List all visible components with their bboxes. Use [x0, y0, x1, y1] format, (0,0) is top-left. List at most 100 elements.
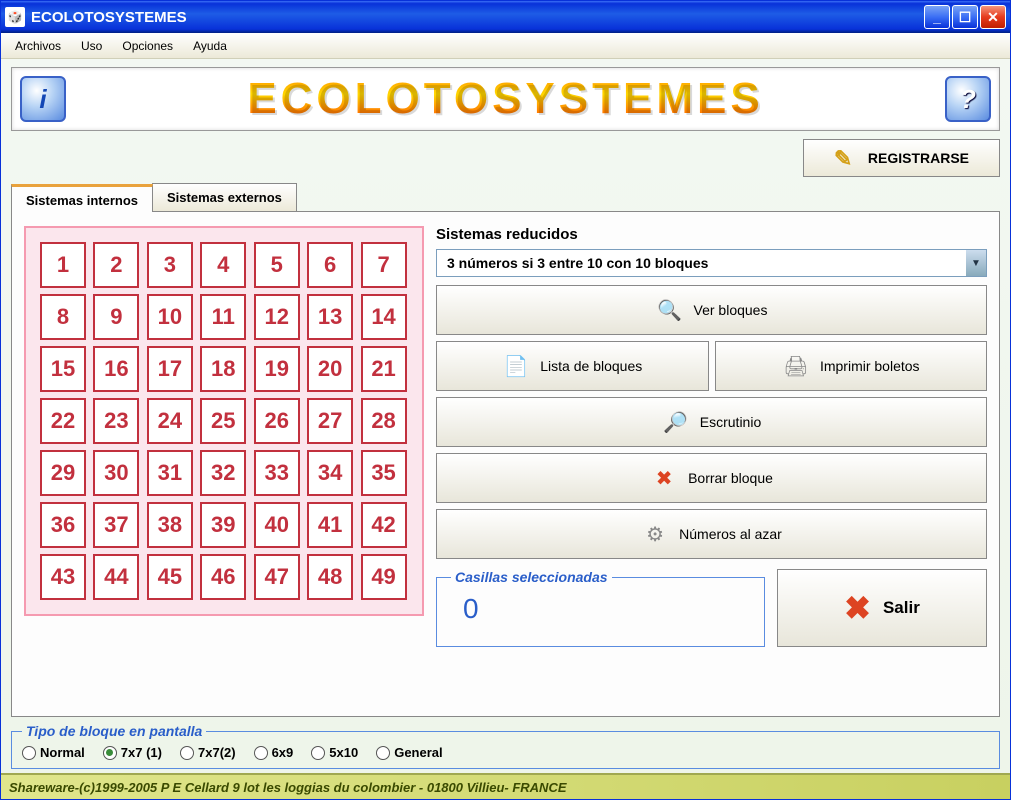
selected-fieldset: Casillas seleccionadas 0	[436, 569, 765, 647]
number-cell-10[interactable]: 10	[147, 294, 193, 340]
radio-normal[interactable]: Normal	[22, 745, 85, 760]
number-cell-22[interactable]: 22	[40, 398, 86, 444]
two-button-row: 📄 Lista de bloques 🖨 Imprimir boletos	[436, 341, 987, 391]
number-cell-47[interactable]: 47	[254, 554, 300, 600]
menu-opciones[interactable]: Opciones	[114, 36, 181, 56]
number-cell-34[interactable]: 34	[307, 450, 353, 496]
radio-dot-icon	[180, 746, 194, 760]
menubar: Archivos Uso Opciones Ayuda	[1, 33, 1010, 59]
selected-legend: Casillas seleccionadas	[451, 569, 612, 585]
borrar-bloque-button[interactable]: ✖ Borrar bloque	[436, 453, 987, 503]
radio-label: 7x7(2)	[198, 745, 236, 760]
number-cell-1[interactable]: 1	[40, 242, 86, 288]
system-combo[interactable]: 3 números si 3 entre 10 con 10 bloques ▼	[436, 249, 987, 277]
number-cell-17[interactable]: 17	[147, 346, 193, 392]
number-cell-37[interactable]: 37	[93, 502, 139, 548]
azar-label: Números al azar	[679, 526, 782, 542]
number-cell-11[interactable]: 11	[200, 294, 246, 340]
number-cell-2[interactable]: 2	[93, 242, 139, 288]
number-cell-13[interactable]: 13	[307, 294, 353, 340]
menu-uso[interactable]: Uso	[73, 36, 110, 56]
number-cell-36[interactable]: 36	[40, 502, 86, 548]
radio-5x10[interactable]: 5x10	[311, 745, 358, 760]
number-cell-14[interactable]: 14	[361, 294, 407, 340]
chevron-down-icon[interactable]: ▼	[966, 250, 986, 276]
tab-sistemas-internos[interactable]: Sistemas internos	[11, 184, 153, 212]
info-button[interactable]: i	[20, 76, 66, 122]
menu-archivos[interactable]: Archivos	[7, 36, 69, 56]
lista-bloques-button[interactable]: 📄 Lista de bloques	[436, 341, 709, 391]
number-cell-27[interactable]: 27	[307, 398, 353, 444]
blocktype-legend: Tipo de bloque en pantalla	[22, 723, 206, 739]
number-cell-38[interactable]: 38	[147, 502, 193, 548]
salir-label: Salir	[883, 598, 920, 618]
number-cell-18[interactable]: 18	[200, 346, 246, 392]
radio-label: 7x7 (1)	[121, 745, 162, 760]
window-title: ECOLOTOSYSTEMES	[31, 9, 924, 26]
menu-ayuda[interactable]: Ayuda	[185, 36, 235, 56]
number-cell-40[interactable]: 40	[254, 502, 300, 548]
number-cell-7[interactable]: 7	[361, 242, 407, 288]
escrutinio-label: Escrutinio	[700, 414, 761, 430]
number-cell-45[interactable]: 45	[147, 554, 193, 600]
number-cell-26[interactable]: 26	[254, 398, 300, 444]
number-cell-24[interactable]: 24	[147, 398, 193, 444]
number-cell-44[interactable]: 44	[93, 554, 139, 600]
number-cell-21[interactable]: 21	[361, 346, 407, 392]
number-cell-48[interactable]: 48	[307, 554, 353, 600]
number-cell-16[interactable]: 16	[93, 346, 139, 392]
radio-dot-icon	[254, 746, 268, 760]
number-cell-15[interactable]: 15	[40, 346, 86, 392]
number-cell-6[interactable]: 6	[307, 242, 353, 288]
help-button[interactable]: ?	[945, 76, 991, 122]
radio-7x7-1-[interactable]: 7x7 (1)	[103, 745, 162, 760]
radio-general[interactable]: General	[376, 745, 442, 760]
numeros-azar-button[interactable]: ⚙ Números al azar	[436, 509, 987, 559]
number-cell-12[interactable]: 12	[254, 294, 300, 340]
number-cell-30[interactable]: 30	[93, 450, 139, 496]
selected-value: 0	[463, 593, 750, 625]
number-cell-49[interactable]: 49	[361, 554, 407, 600]
exit-icon: ✖	[844, 589, 871, 627]
banner: i ECOLOTOSYSTEMES ?	[11, 67, 1000, 131]
number-cell-29[interactable]: 29	[40, 450, 86, 496]
number-cell-42[interactable]: 42	[361, 502, 407, 548]
salir-button[interactable]: ✖ Salir	[777, 569, 987, 647]
number-cell-9[interactable]: 9	[93, 294, 139, 340]
radio-7x7-2-[interactable]: 7x7(2)	[180, 745, 236, 760]
number-cell-39[interactable]: 39	[200, 502, 246, 548]
tab-sistemas-externos[interactable]: Sistemas externos	[152, 183, 297, 211]
number-cell-33[interactable]: 33	[254, 450, 300, 496]
register-button[interactable]: REGISTRARSE	[803, 139, 1000, 177]
number-cell-28[interactable]: 28	[361, 398, 407, 444]
radio-6x9[interactable]: 6x9	[254, 745, 294, 760]
register-row: REGISTRARSE	[11, 139, 1000, 177]
number-cell-25[interactable]: 25	[200, 398, 246, 444]
statusbar: Shareware-(c)1999-2005 P E Cellard 9 lot…	[1, 773, 1010, 799]
number-cell-43[interactable]: 43	[40, 554, 86, 600]
radio-label: 6x9	[272, 745, 294, 760]
document-icon: 📄	[502, 352, 530, 380]
ver-bloques-button[interactable]: 🔍 Ver bloques	[436, 285, 987, 335]
close-button[interactable]: ✕	[980, 5, 1006, 29]
blocktype-radios: Normal 7x7 (1) 7x7(2) 6x9 5x10 General	[22, 745, 989, 760]
number-cell-31[interactable]: 31	[147, 450, 193, 496]
number-cell-35[interactable]: 35	[361, 450, 407, 496]
number-cell-32[interactable]: 32	[200, 450, 246, 496]
number-cell-20[interactable]: 20	[307, 346, 353, 392]
number-cell-5[interactable]: 5	[254, 242, 300, 288]
number-cell-3[interactable]: 3	[147, 242, 193, 288]
borrar-label: Borrar bloque	[688, 470, 773, 486]
radio-dot-icon	[376, 746, 390, 760]
minimize-button[interactable]: _	[924, 5, 950, 29]
number-cell-8[interactable]: 8	[40, 294, 86, 340]
number-cell-19[interactable]: 19	[254, 346, 300, 392]
imprimir-boletos-button[interactable]: 🖨 Imprimir boletos	[715, 341, 988, 391]
maximize-button[interactable]: ☐	[952, 5, 978, 29]
number-cell-41[interactable]: 41	[307, 502, 353, 548]
number-cell-46[interactable]: 46	[200, 554, 246, 600]
number-cell-23[interactable]: 23	[93, 398, 139, 444]
escrutinio-button[interactable]: 🔎 Escrutinio	[436, 397, 987, 447]
window-controls: _ ☐ ✕	[924, 5, 1006, 29]
number-cell-4[interactable]: 4	[200, 242, 246, 288]
